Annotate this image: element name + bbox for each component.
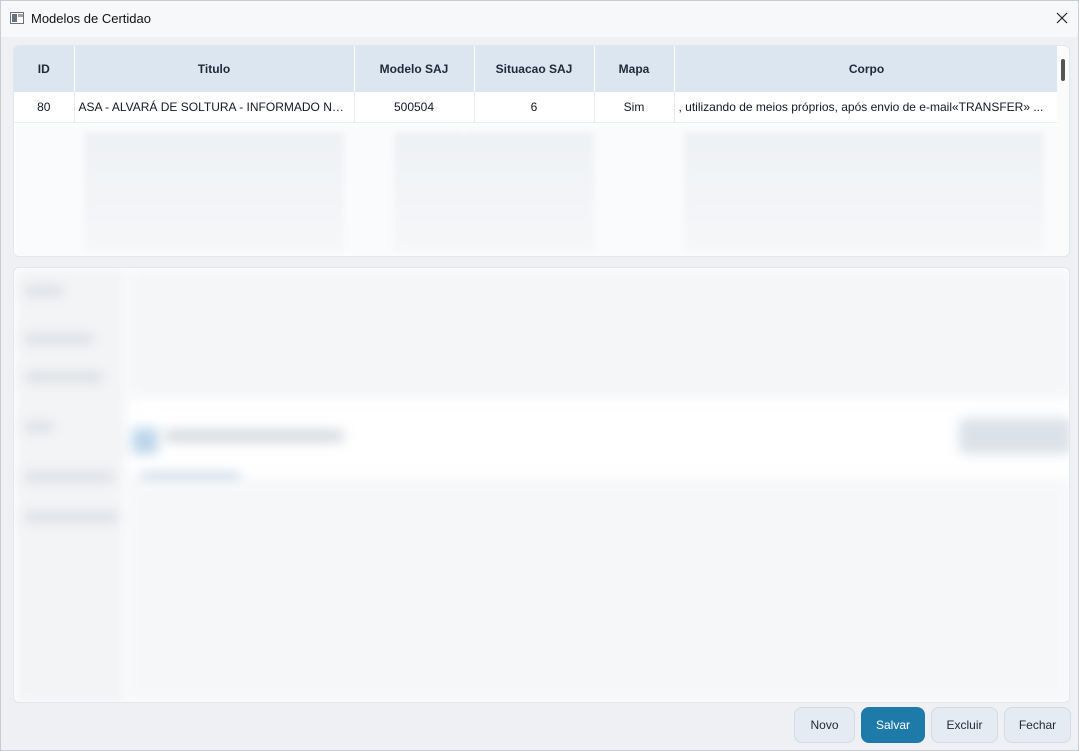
column-header-id[interactable]: ID: [14, 46, 75, 92]
detail-form-obscured: [13, 267, 1070, 703]
column-header-titulo[interactable]: Titulo: [74, 46, 355, 92]
excluir-button[interactable]: Excluir: [931, 707, 998, 743]
cell-titulo: ASA - ALVARÁ DE SOLTURA - INFORMADO NA .…: [74, 92, 355, 123]
obscured-checkbox-label: [164, 430, 344, 442]
app-window-icon: [10, 12, 24, 24]
grid-vertical-scrollbar[interactable]: [1057, 46, 1069, 256]
models-table: ID Titulo Modelo SAJ Situacao SAJ Mapa C…: [14, 46, 1060, 123]
obscured-button: [959, 418, 1069, 454]
table-row[interactable]: 80 ASA - ALVARÁ DE SOLTURA - INFORMADO N…: [14, 92, 1060, 123]
obscured-labels: [14, 268, 126, 702]
fechar-button[interactable]: Fechar: [1004, 707, 1071, 743]
close-icon: [1056, 12, 1068, 24]
cell-mapa: Sim: [594, 92, 675, 123]
obscured-fields: [126, 268, 1069, 398]
table-header-row: ID Titulo Modelo SAJ Situacao SAJ Mapa C…: [14, 46, 1060, 92]
cell-corpo: , utilizando de meios próprios, após env…: [674, 92, 1060, 123]
window-title: Modelos de Certidao: [31, 11, 151, 26]
cell-modelo-saj: 500504: [354, 92, 475, 123]
obscured-body-editor: [126, 478, 1069, 702]
column-header-situacao-saj[interactable]: Situacao SAJ: [474, 46, 595, 92]
models-grid: ID Titulo Modelo SAJ Situacao SAJ Mapa C…: [13, 45, 1070, 257]
column-header-mapa[interactable]: Mapa: [594, 46, 675, 92]
column-header-modelo-saj[interactable]: Modelo SAJ: [354, 46, 475, 92]
salvar-button[interactable]: Salvar: [861, 707, 925, 743]
novo-button[interactable]: Novo: [794, 707, 855, 743]
dialog-window: Modelos de Certidao ID Titulo Modelo SAJ…: [0, 0, 1079, 751]
obscured-checkbox: [132, 428, 158, 454]
column-header-corpo[interactable]: Corpo: [674, 46, 1060, 92]
close-button[interactable]: [1046, 1, 1078, 35]
cell-situacao-saj: 6: [474, 92, 595, 123]
scrollbar-thumb[interactable]: [1061, 59, 1065, 81]
title-bar: Modelos de Certidao: [1, 1, 1078, 37]
cell-id: 80: [14, 92, 75, 123]
obscured-rows: [14, 124, 1059, 256]
